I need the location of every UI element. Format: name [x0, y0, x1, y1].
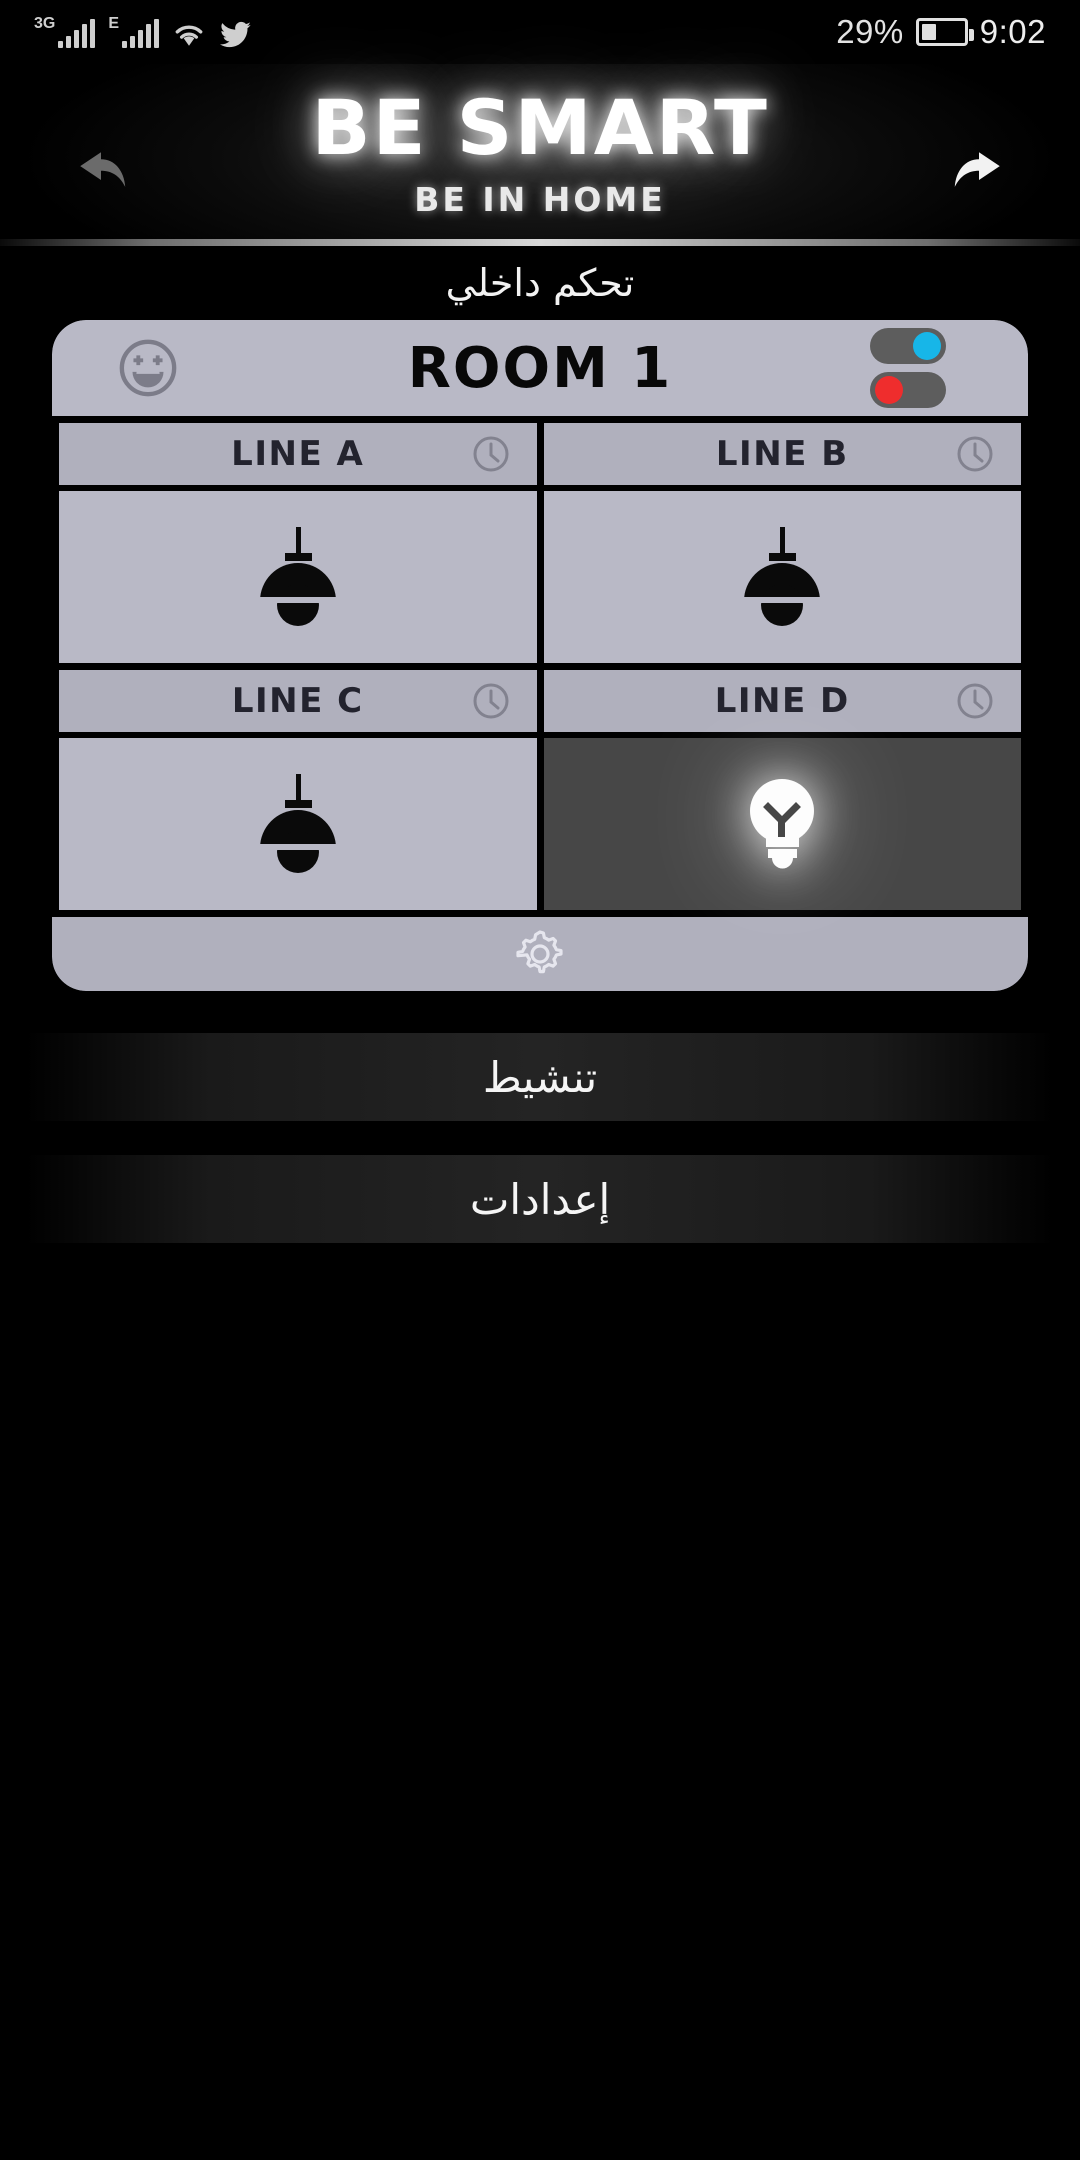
signal-bars-icon-1 [58, 19, 96, 48]
app-subtitle: BE IN HOME [414, 180, 666, 219]
app-title: BE SMART [311, 83, 769, 172]
room-card: ROOM 1 LINE A LINE B LINE C LINE D [52, 320, 1028, 991]
power-toggle[interactable] [870, 328, 946, 364]
line-cell-row-2 [56, 732, 1024, 910]
forward-button[interactable] [940, 146, 1018, 214]
wifi-icon [175, 25, 203, 46]
status-bar-left: 3G E [34, 16, 253, 48]
status-bar: 3G E 29% 9:02 [0, 0, 1080, 64]
line-cell-row-1 [56, 485, 1024, 663]
line-header-d[interactable]: LINE D [543, 670, 1021, 732]
brand-block: BE SMART BE IN HOME [0, 83, 1080, 220]
pendant-lamp-icon [259, 774, 336, 873]
clock-icon[interactable] [471, 434, 511, 474]
alarm-toggle[interactable] [870, 372, 946, 408]
line-cell-d[interactable] [543, 738, 1021, 910]
line-cell-b[interactable] [543, 491, 1021, 663]
network-type-label-1: 3G [34, 15, 56, 32]
toggle-knob [875, 376, 903, 404]
room-card-footer [52, 917, 1028, 991]
pendant-lamp-icon [744, 527, 821, 626]
activate-button[interactable]: تنشيط [26, 1033, 1054, 1121]
line-label: LINE C [231, 681, 364, 721]
clock-icon[interactable] [955, 681, 995, 721]
light-bulb-icon [750, 779, 815, 869]
smiley-face-icon[interactable] [117, 337, 179, 399]
clock-icon[interactable] [955, 434, 995, 474]
twitter-bird-icon [219, 21, 251, 48]
battery-icon [915, 18, 974, 46]
status-bar-clock: 9:02 [979, 13, 1046, 50]
line-cell-a[interactable] [59, 491, 537, 663]
line-header-b[interactable]: LINE B [543, 423, 1021, 485]
app-header: BE SMART BE IN HOME [0, 64, 1080, 246]
battery-percent-label: 29% [836, 13, 904, 50]
line-label: LINE A [231, 434, 365, 474]
gear-icon[interactable] [514, 928, 566, 980]
line-header-a[interactable]: LINE A [59, 423, 537, 485]
header-divider [0, 239, 1080, 246]
line-label: LINE B [715, 434, 849, 474]
line-label: LINE D [714, 681, 850, 721]
clock-icon[interactable] [471, 681, 511, 721]
signal-bars-icon-2 [122, 19, 160, 48]
network-type-label-2: E [108, 15, 120, 32]
settings-button[interactable]: إعدادات [26, 1155, 1054, 1243]
signal-edge: E [108, 15, 160, 48]
room-toggles [870, 328, 946, 408]
forward-arrow-icon [954, 152, 1000, 187]
pendant-lamp-icon [259, 527, 336, 626]
line-grid: LINE A LINE B LINE C LINE D [52, 416, 1028, 910]
line-header-row-2: LINE C LINE D [56, 663, 1024, 732]
status-bar-right: 29% 9:02 [836, 13, 1046, 51]
line-cell-c[interactable] [59, 738, 537, 910]
room-card-header: ROOM 1 [52, 320, 1028, 416]
line-header-row-1: LINE A LINE B [56, 416, 1024, 485]
section-caption: تحكم داخلي [445, 261, 635, 305]
toggle-knob [913, 332, 941, 360]
signal-3g: 3G [34, 15, 96, 48]
room-card-wrapper: ROOM 1 LINE A LINE B LINE C LINE D [0, 320, 1080, 991]
line-header-c[interactable]: LINE C [59, 670, 537, 732]
